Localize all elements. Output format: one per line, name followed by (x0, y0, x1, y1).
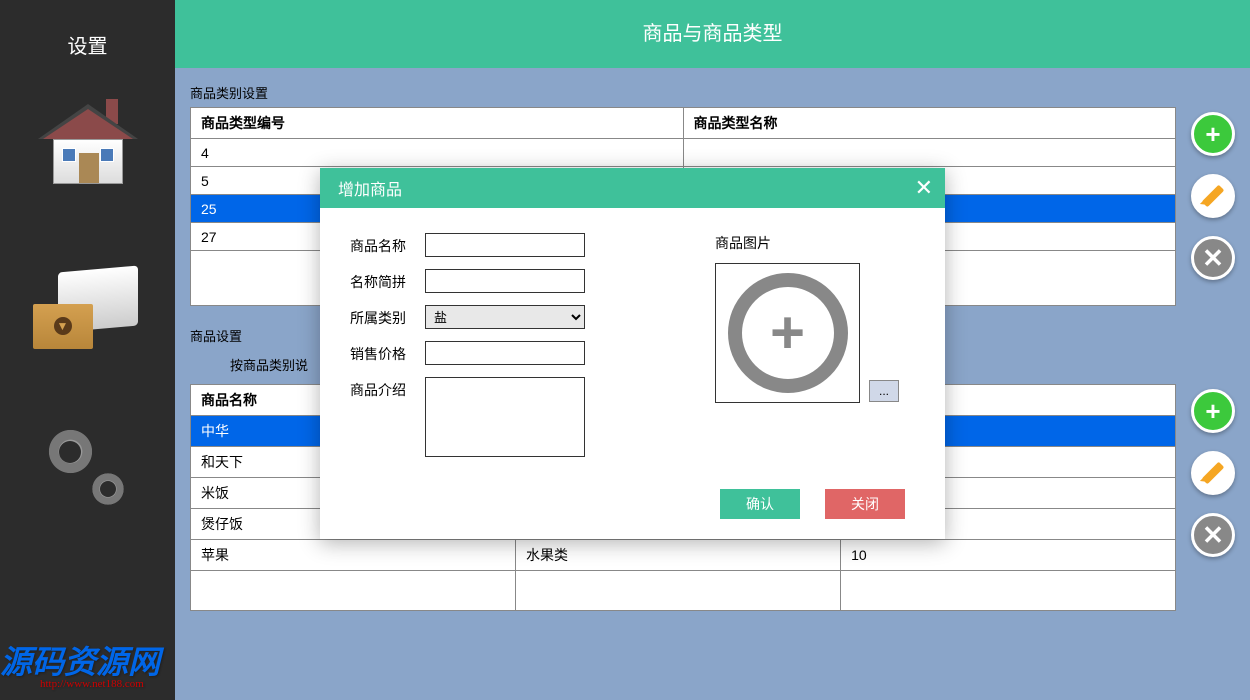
table-row[interactable]: 苹果水果类10 (191, 540, 1176, 571)
label-image: 商品图片 (715, 233, 915, 253)
delete-product-button[interactable]: ✕ (1191, 513, 1235, 557)
add-product-modal: 增加商品 ✕ 商品名称 名称简拼 所属类别 盐 销售价格 (320, 168, 945, 539)
delete-category-button[interactable]: ✕ (1191, 236, 1235, 280)
table-row[interactable]: 4 (191, 139, 1176, 167)
label-price: 销售价格 (350, 341, 415, 364)
edit-category-button[interactable] (1191, 174, 1235, 218)
confirm-button[interactable]: 确认 (720, 489, 800, 519)
pinyin-input[interactable] (425, 269, 585, 293)
modal-title: 增加商品 (338, 176, 402, 200)
close-icon[interactable]: ✕ (915, 175, 933, 201)
label-product-name: 商品名称 (350, 233, 415, 256)
modal-header: 增加商品 ✕ (320, 168, 945, 208)
watermark: 源码资源网 http://www.net188.com (0, 637, 160, 690)
table-row-empty (191, 571, 1176, 611)
home-icon[interactable] (43, 109, 133, 189)
settings-gears-icon[interactable] (38, 419, 138, 519)
edit-product-button[interactable] (1191, 451, 1235, 495)
plus-circle-icon: + (728, 273, 848, 393)
sidebar-title: 设置 (0, 0, 175, 79)
close-button[interactable]: 关闭 (825, 489, 905, 519)
product-name-input[interactable] (425, 233, 585, 257)
category-panel-title: 商品类别设置 (190, 73, 1235, 107)
sidebar: 设置 ▼ (0, 0, 175, 700)
label-pinyin: 名称简拼 (350, 269, 415, 292)
label-desc: 商品介绍 (350, 377, 415, 400)
add-product-button[interactable]: + (1191, 389, 1235, 433)
browse-button[interactable]: ... (869, 380, 899, 402)
label-category: 所属类别 (350, 305, 415, 328)
folder-box-icon[interactable]: ▼ (33, 259, 143, 349)
category-select[interactable]: 盐 (425, 305, 585, 329)
price-input[interactable] (425, 341, 585, 365)
page-header: 商品与商品类型 (175, 0, 1250, 68)
sidebar-nav: ▼ (0, 109, 175, 519)
add-category-button[interactable]: + (1191, 112, 1235, 156)
product-actions: + ✕ (1191, 384, 1235, 557)
col-category-name: 商品类型名称 (683, 108, 1176, 139)
description-textarea[interactable] (425, 377, 585, 457)
image-upload-box[interactable]: + ... (715, 263, 860, 403)
category-actions: + ✕ (1191, 107, 1235, 280)
col-category-id: 商品类型编号 (191, 108, 684, 139)
